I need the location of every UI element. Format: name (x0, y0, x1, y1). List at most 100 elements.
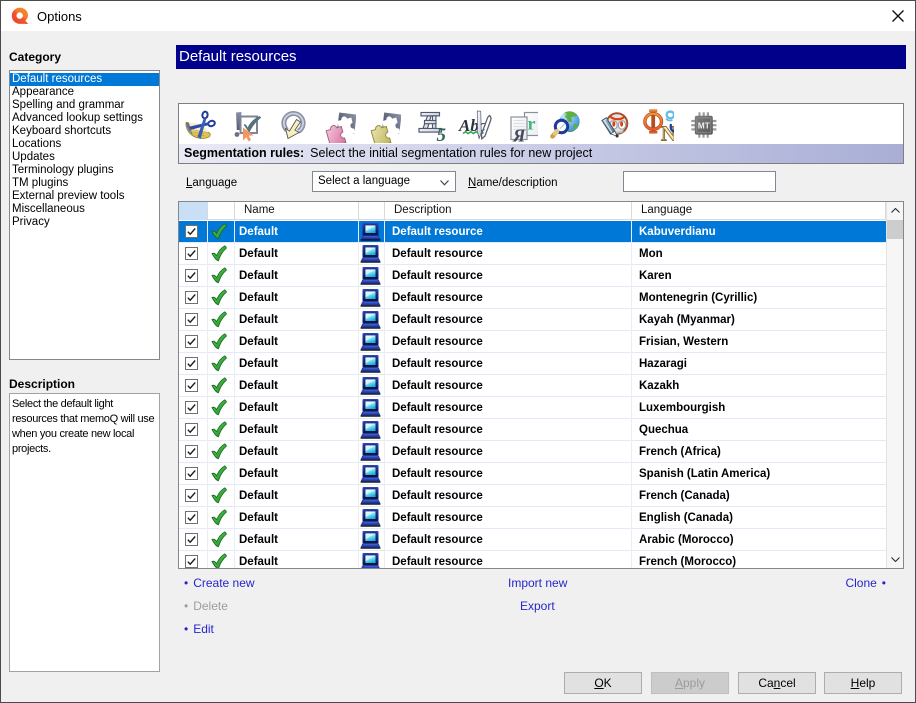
name-cell: Default (235, 331, 359, 352)
row-checkbox[interactable] (185, 247, 198, 260)
name-text: Default (239, 511, 278, 524)
scrollbar-thumb[interactable] (887, 220, 903, 239)
sidebar-item-miscellaneous[interactable]: Miscellaneous (10, 203, 159, 216)
row-checkbox[interactable] (185, 335, 198, 348)
close-icon[interactable] (890, 8, 906, 24)
description-header[interactable]: Description (385, 202, 632, 220)
language-cell: French (Morocco) (632, 551, 886, 568)
export-link[interactable]: Export (520, 599, 555, 613)
row-checkbox[interactable] (185, 511, 198, 524)
import-new-link[interactable]: Import new (508, 576, 567, 590)
non-translatables-icon[interactable]: N (640, 107, 674, 143)
create-new-link[interactable]: • Create new (184, 576, 255, 590)
checkbox-cell (185, 309, 198, 330)
scroll-down-button[interactable] (887, 551, 903, 568)
table-row[interactable]: Default Default resource English (Canada) (179, 507, 886, 529)
sidebar-item-external-preview-tools[interactable]: External preview tools (10, 190, 159, 203)
sidebar-item-terminology-plugins[interactable]: Terminology plugins (10, 164, 159, 177)
row-checkbox[interactable] (185, 401, 198, 414)
table-row[interactable]: Default Default resource Karen (179, 265, 886, 287)
help-button[interactable]: Help (824, 672, 902, 694)
name-text: Default (239, 489, 278, 502)
description-cell: Default resource (385, 375, 632, 396)
autocorrect-icon[interactable]: Ab ç (458, 107, 492, 143)
row-checkbox[interactable] (185, 379, 198, 392)
row-checkbox[interactable] (185, 269, 198, 282)
export-font-icon[interactable]: rЯ (504, 107, 538, 143)
link-label: Create new (193, 576, 255, 590)
row-checkbox[interactable] (185, 357, 198, 370)
name-cell: Default (235, 353, 359, 374)
name-text: Default (239, 269, 278, 282)
name-description-input[interactable] (623, 171, 776, 192)
description-cell: Default resource (385, 463, 632, 484)
language-select[interactable]: Select a language (312, 171, 456, 192)
edit-link[interactable]: • Edit (184, 622, 214, 636)
segmentation-rules-icon[interactable] (185, 107, 219, 143)
main-panel: Default resources 5 Ab ç r Я N MT Segmentation… (176, 31, 906, 703)
clone-link[interactable]: Clone • (845, 576, 886, 590)
scroll-up-button[interactable] (887, 202, 903, 219)
mt-settings-icon[interactable]: MT (686, 107, 720, 143)
icon-header[interactable] (359, 202, 385, 220)
row-checkbox[interactable] (185, 489, 198, 502)
status-header[interactable] (208, 202, 235, 220)
ignore-lists-icon[interactable] (595, 107, 629, 143)
select-all-header[interactable] (179, 202, 208, 220)
local-resource-icon (361, 552, 380, 568)
table-row[interactable]: Default Default resource Kazakh (179, 375, 886, 397)
table-row[interactable]: Default Default resource Spanish (Latin Am… (179, 463, 886, 485)
name-cell: Default (235, 529, 359, 550)
apply-button[interactable]: Apply (651, 672, 729, 694)
sidebar-item-privacy[interactable]: Privacy (10, 216, 159, 229)
sidebar-item-keyboard-shortcuts[interactable]: Keyboard shortcuts (10, 125, 159, 138)
sidebar-item-spelling-and-grammar[interactable]: Spelling and grammar (10, 99, 159, 112)
row-checkbox[interactable] (185, 467, 198, 480)
ok-button[interactable]: OK (564, 672, 642, 694)
name-header[interactable]: Name (235, 202, 359, 220)
row-checkbox[interactable] (185, 225, 198, 238)
table-row[interactable]: Default Default resource Kayah (Myanmar) (179, 309, 886, 331)
row-checkbox[interactable] (185, 313, 198, 326)
auto-translation-rules-icon[interactable] (276, 107, 310, 143)
row-checkbox[interactable] (185, 423, 198, 436)
row-checkbox[interactable] (185, 533, 198, 546)
filters-pink-puzzle-icon[interactable] (322, 107, 356, 143)
number-formats-icon[interactable]: 5 (413, 107, 447, 143)
cancel-button[interactable]: Cancel (738, 672, 816, 694)
language-text: Arabic (Morocco) (639, 533, 734, 546)
resource-icon-cell (360, 397, 381, 418)
language-header[interactable]: Language (632, 202, 886, 220)
table-row[interactable]: Default Default resource Quechua (179, 419, 886, 441)
sidebar-item-default-resources[interactable]: Default resources (10, 73, 159, 86)
qa-settings-icon[interactable] (231, 107, 265, 143)
table-row[interactable]: Default Default resource Frisian, Western (179, 331, 886, 353)
table-row[interactable]: Default Default resource French (Canada) (179, 485, 886, 507)
resource-icon-cell (360, 441, 381, 462)
description-text: Default resource (392, 401, 483, 414)
table-row[interactable]: Default Default resource Arabic (Morocco) (179, 529, 886, 551)
sidebar-item-updates[interactable]: Updates (10, 151, 159, 164)
name-text: Default (239, 379, 278, 392)
row-checkbox[interactable] (185, 445, 198, 458)
sidebar-item-tm-plugins[interactable]: TM plugins (10, 177, 159, 190)
vertical-scrollbar[interactable] (886, 202, 903, 568)
name-text: Default (239, 247, 278, 260)
link-label: Export (520, 599, 555, 613)
sidebar-item-appearance[interactable]: Appearance (10, 86, 159, 99)
table-row[interactable]: Default Default resource Kabuverdianu (179, 221, 886, 243)
row-checkbox[interactable] (185, 555, 198, 568)
web-search-icon[interactable] (549, 107, 583, 143)
delete-link[interactable]: • Delete (184, 599, 228, 613)
filters-yellow-puzzle-icon[interactable] (367, 107, 401, 143)
table-body: Default Default resource Kabuverdianu Defau… (179, 221, 886, 568)
row-checkbox[interactable] (185, 291, 198, 304)
sidebar-item-advanced-lookup-settings[interactable]: Advanced lookup settings (10, 112, 159, 125)
sidebar-item-locations[interactable]: Locations (10, 138, 159, 151)
table-row[interactable]: Default Default resource Hazaragi (179, 353, 886, 375)
table-row[interactable]: Default Default resource French (Morocco) (179, 551, 886, 568)
table-row[interactable]: Default Default resource Montenegrin (Cyri… (179, 287, 886, 309)
table-row[interactable]: Default Default resource Mon (179, 243, 886, 265)
table-row[interactable]: Default Default resource French (Africa) (179, 441, 886, 463)
table-row[interactable]: Default Default resource Luxembourgish (179, 397, 886, 419)
